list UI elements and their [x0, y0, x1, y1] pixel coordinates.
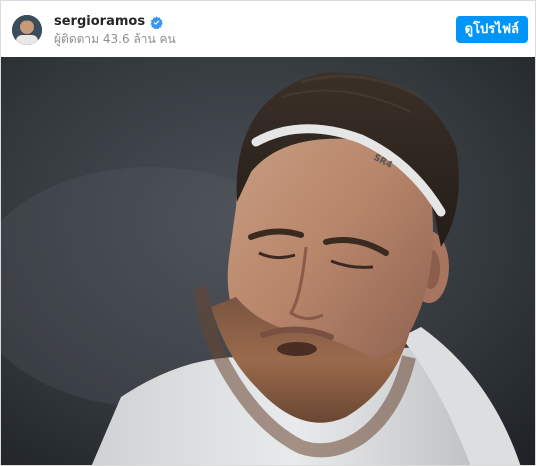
post-header: sergioramos ผู้ติดตาม 43.6 ล้าน คน ดูโปร… — [1, 1, 535, 57]
verified-badge-icon — [150, 15, 163, 29]
username-link[interactable]: sergioramos — [54, 14, 163, 30]
view-profile-button[interactable]: ดูโปรไฟล์ — [455, 16, 528, 43]
avatar[interactable] — [12, 15, 42, 45]
post-image[interactable]: SR4 — [1, 57, 535, 465]
follower-count: ผู้ติดตาม 43.6 ล้าน คน — [54, 32, 176, 46]
username-text: sergioramos — [54, 14, 146, 29]
embed-card: sergioramos ผู้ติดตาม 43.6 ล้าน คน ดูโปร… — [0, 0, 536, 466]
